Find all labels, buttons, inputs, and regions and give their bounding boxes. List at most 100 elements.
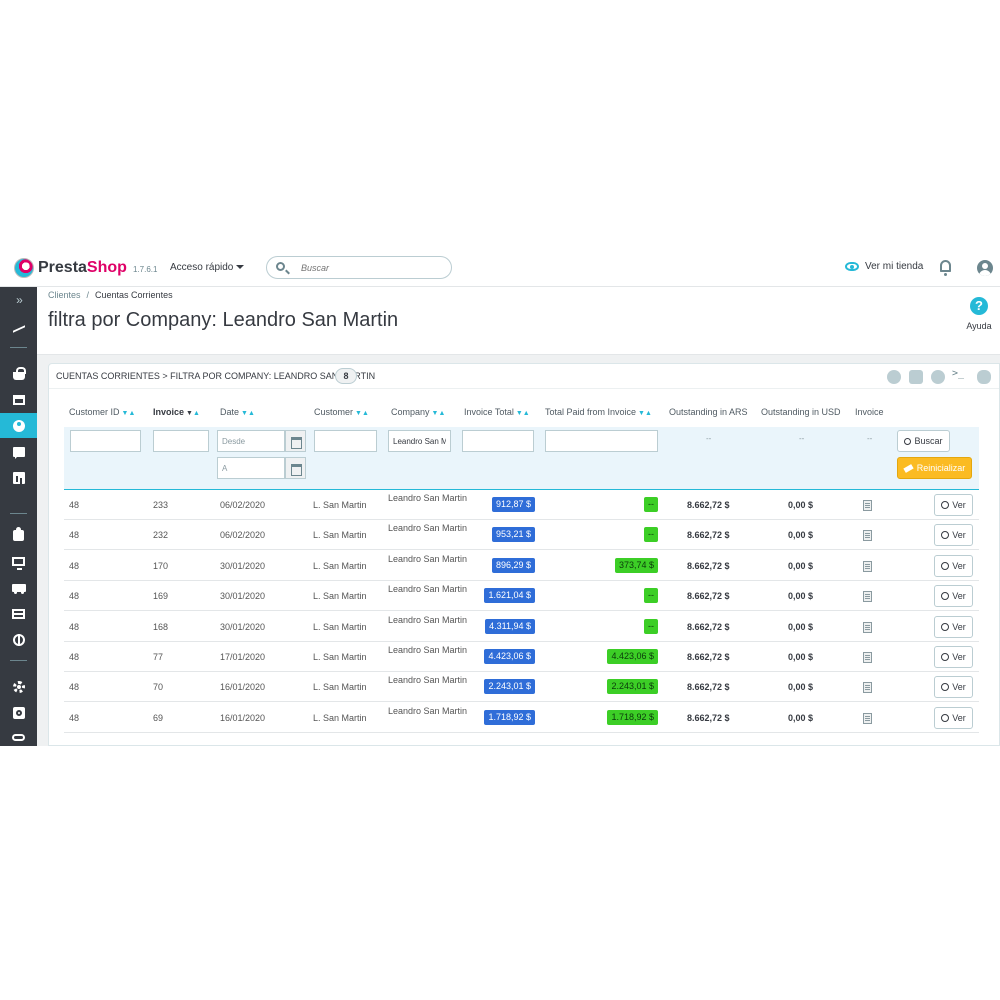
sidebar-item-orders[interactable] bbox=[0, 362, 37, 387]
view-button[interactable]: Ver bbox=[934, 524, 973, 547]
invoice-document-icon[interactable] bbox=[863, 591, 872, 603]
sidebar-item-payment[interactable] bbox=[0, 601, 37, 626]
sidebar-item-service[interactable] bbox=[0, 439, 37, 464]
view-button[interactable]: Ver bbox=[934, 676, 973, 699]
export-icon[interactable] bbox=[909, 370, 923, 384]
sort-arrows-icon[interactable]: ▼▲ bbox=[122, 410, 136, 417]
sort-arrows-icon[interactable]: ▼▲ bbox=[186, 410, 200, 417]
calendar-icon[interactable] bbox=[285, 457, 306, 479]
sort-arrows-icon[interactable]: ▼▲ bbox=[355, 410, 369, 417]
sidebar-item-links[interactable] bbox=[0, 725, 37, 746]
help-button[interactable]: ? Ayuda bbox=[964, 297, 994, 331]
view-button[interactable]: Ver bbox=[934, 706, 973, 729]
cell-company: Leandro San Martin bbox=[388, 645, 468, 655]
chat-icon bbox=[12, 446, 25, 459]
zoom-in-icon bbox=[941, 653, 950, 661]
view-button[interactable]: Ver bbox=[934, 646, 973, 668]
sql-query-icon[interactable]: >_ bbox=[952, 368, 964, 379]
zoom-in-icon bbox=[941, 683, 950, 692]
col-total-paid[interactable]: Total Paid from Invoice ▼▲ bbox=[545, 407, 652, 417]
sidebar-item-settings[interactable] bbox=[0, 674, 37, 699]
invoice-document-icon[interactable] bbox=[863, 621, 872, 633]
sort-arrows-icon[interactable]: ▼▲ bbox=[516, 410, 530, 417]
table-row[interactable]: 48 169 30/01/2020 L. San Martin Leandro San … bbox=[64, 581, 979, 612]
reset-button[interactable]: Reinicializar bbox=[897, 457, 972, 479]
filter-total-paid[interactable] bbox=[545, 430, 658, 452]
page-header: Clientes / Cuentas Corrientes filtra por C… bbox=[37, 287, 1000, 355]
sort-arrows-icon[interactable]: ▼▲ bbox=[241, 410, 255, 417]
user-account-icon[interactable] bbox=[977, 260, 993, 276]
sort-arrows-icon[interactable]: ▼▲ bbox=[432, 410, 446, 417]
view-button[interactable]: Ver bbox=[934, 585, 973, 608]
bar-chart-icon bbox=[12, 471, 25, 484]
breadcrumb-parent[interactable]: Clientes bbox=[48, 290, 81, 300]
col-invoice-total[interactable]: Invoice Total ▼▲ bbox=[464, 407, 530, 417]
view-button[interactable]: Ver bbox=[934, 494, 973, 516]
sidebar-item-dashboard[interactable] bbox=[0, 313, 37, 338]
search-icon[interactable] bbox=[276, 262, 285, 271]
sidebar-item-advanced[interactable] bbox=[0, 700, 37, 725]
refresh-icon[interactable] bbox=[931, 370, 945, 384]
sort-arrows-icon[interactable]: ▼▲ bbox=[638, 410, 652, 417]
database-icon[interactable] bbox=[977, 370, 991, 384]
quick-access-dropdown[interactable]: Acceso rápido bbox=[170, 262, 245, 273]
cell-customer: L. San Martin bbox=[313, 500, 367, 510]
invoice-document-icon[interactable] bbox=[863, 712, 872, 724]
zoom-in-icon bbox=[941, 592, 950, 601]
cell-customer: L. San Martin bbox=[313, 560, 367, 571]
invoice-document-icon[interactable] bbox=[863, 530, 872, 542]
cell-date: 06/02/2020 bbox=[220, 530, 266, 541]
sidebar-item-design[interactable] bbox=[0, 549, 37, 574]
sidebar-item-stats[interactable] bbox=[0, 465, 37, 490]
panel-heading: CUENTAS CORRIENTES > FILTRA POR COMPANY:… bbox=[49, 364, 999, 389]
cell-invoice: 69 bbox=[153, 712, 164, 723]
sidebar-item-customers[interactable] bbox=[0, 413, 37, 438]
link-icon bbox=[12, 734, 25, 741]
cell-outstanding-ars: 8.662,72 $ bbox=[687, 591, 730, 602]
view-button[interactable]: Ver bbox=[934, 554, 973, 577]
filter-date-from[interactable] bbox=[217, 430, 285, 452]
view-button[interactable]: Ver bbox=[934, 615, 973, 638]
sidebar-item-international[interactable] bbox=[0, 627, 37, 652]
table-row[interactable]: 48 70 16/01/2020 L. San Martin Leandro San M… bbox=[64, 672, 979, 703]
table-row[interactable]: 48 168 30/01/2020 L. San Martin Leandro San … bbox=[64, 612, 979, 642]
table-row[interactable]: 48 233 06/02/2020 L. San Martin Leandro San … bbox=[64, 490, 979, 520]
table-row[interactable]: 48 69 16/01/2020 L. San Martin Leandro San M… bbox=[64, 703, 979, 733]
invoice-document-icon[interactable] bbox=[863, 560, 872, 572]
cell-company: Leandro San Martin bbox=[388, 553, 468, 564]
calendar-icon[interactable] bbox=[285, 430, 306, 452]
bell-icon[interactable] bbox=[940, 260, 951, 276]
add-icon[interactable] bbox=[887, 370, 901, 384]
col-customer[interactable]: Customer ▼▲ bbox=[314, 407, 369, 417]
table-row[interactable]: 48 232 06/02/2020 L. San Martin Leandro San … bbox=[64, 520, 979, 551]
filter-date-to[interactable] bbox=[217, 457, 285, 479]
filter-invoice-total[interactable] bbox=[462, 430, 534, 452]
cell-invoice: 170 bbox=[153, 560, 169, 571]
col-invoice[interactable]: Invoice ▼▲ bbox=[153, 407, 200, 417]
sidebar-item-catalog[interactable] bbox=[0, 387, 37, 412]
table-row[interactable]: 48 170 30/01/2020 L. San Martin Leandro San … bbox=[64, 551, 979, 581]
invoice-total-badge: 4.423,06 $ bbox=[484, 649, 535, 664]
prestashop-logo[interactable]: PrestaShop bbox=[14, 258, 127, 278]
view-store-link[interactable]: Ver mi tienda bbox=[845, 261, 923, 272]
search-input[interactable] bbox=[301, 261, 441, 275]
filter-customer-id[interactable] bbox=[70, 430, 141, 452]
invoice-document-icon[interactable] bbox=[863, 652, 872, 663]
col-customer-id[interactable]: Customer ID ▼▲ bbox=[69, 407, 135, 417]
col-company[interactable]: Company ▼▲ bbox=[391, 407, 445, 417]
filter-company[interactable] bbox=[388, 430, 451, 452]
cell-outstanding-ars: 8.662,72 $ bbox=[687, 530, 730, 541]
sidebar-divider bbox=[10, 347, 27, 348]
sidebar-item-shipping[interactable] bbox=[0, 575, 37, 600]
sidebar-collapse-toggle[interactable]: » bbox=[0, 287, 37, 312]
search-button[interactable]: Buscar bbox=[897, 430, 950, 452]
invoice-document-icon[interactable] bbox=[863, 682, 872, 694]
truck-icon bbox=[11, 583, 26, 594]
sidebar-item-modules[interactable] bbox=[0, 523, 37, 548]
table-row[interactable]: 48 77 17/01/2020 L. San Martin Leandro San M… bbox=[64, 642, 979, 672]
breadcrumb: Clientes / Cuentas Corrientes bbox=[48, 290, 173, 300]
filter-customer[interactable] bbox=[314, 430, 377, 452]
invoice-document-icon[interactable] bbox=[863, 500, 872, 511]
col-date[interactable]: Date ▼▲ bbox=[220, 407, 255, 417]
filter-invoice[interactable] bbox=[153, 430, 209, 452]
